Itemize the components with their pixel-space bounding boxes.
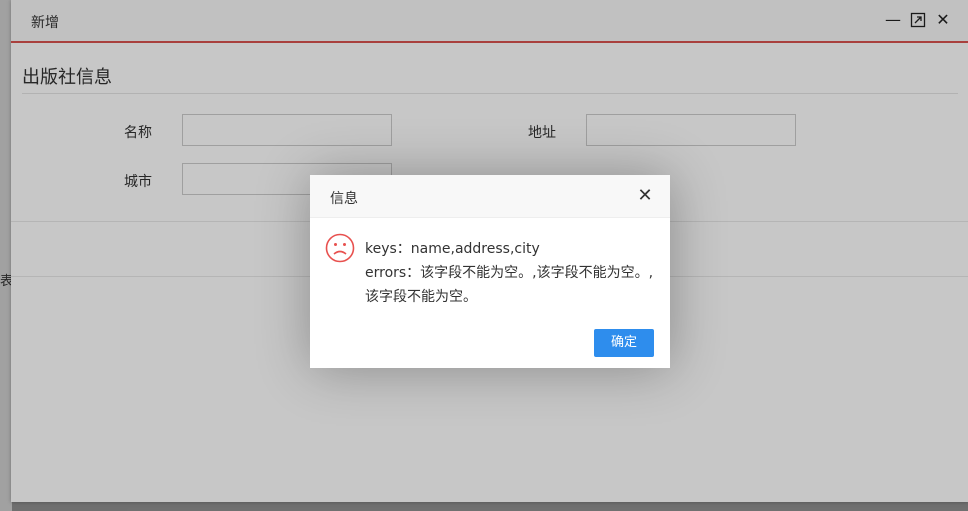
dialog-title: 信息 <box>330 191 358 207</box>
dialog-message: keys：name,address,city errors：该字段不能为空。,该… <box>365 237 655 309</box>
message-keys: keys：name,address,city <box>365 241 540 257</box>
message-errors: errors：该字段不能为空。,该字段不能为空。, <box>365 265 654 281</box>
error-dialog: 信息 ✕ keys：name,address,city errors：该字段不能… <box>310 175 670 368</box>
close-icon[interactable]: ✕ <box>636 187 654 205</box>
sad-face-icon <box>325 233 355 263</box>
message-errors-cont: 该字段不能为空。 <box>365 289 477 305</box>
dialog-header: 信息 ✕ <box>310 175 670 218</box>
confirm-button[interactable]: 确定 <box>594 329 654 357</box>
